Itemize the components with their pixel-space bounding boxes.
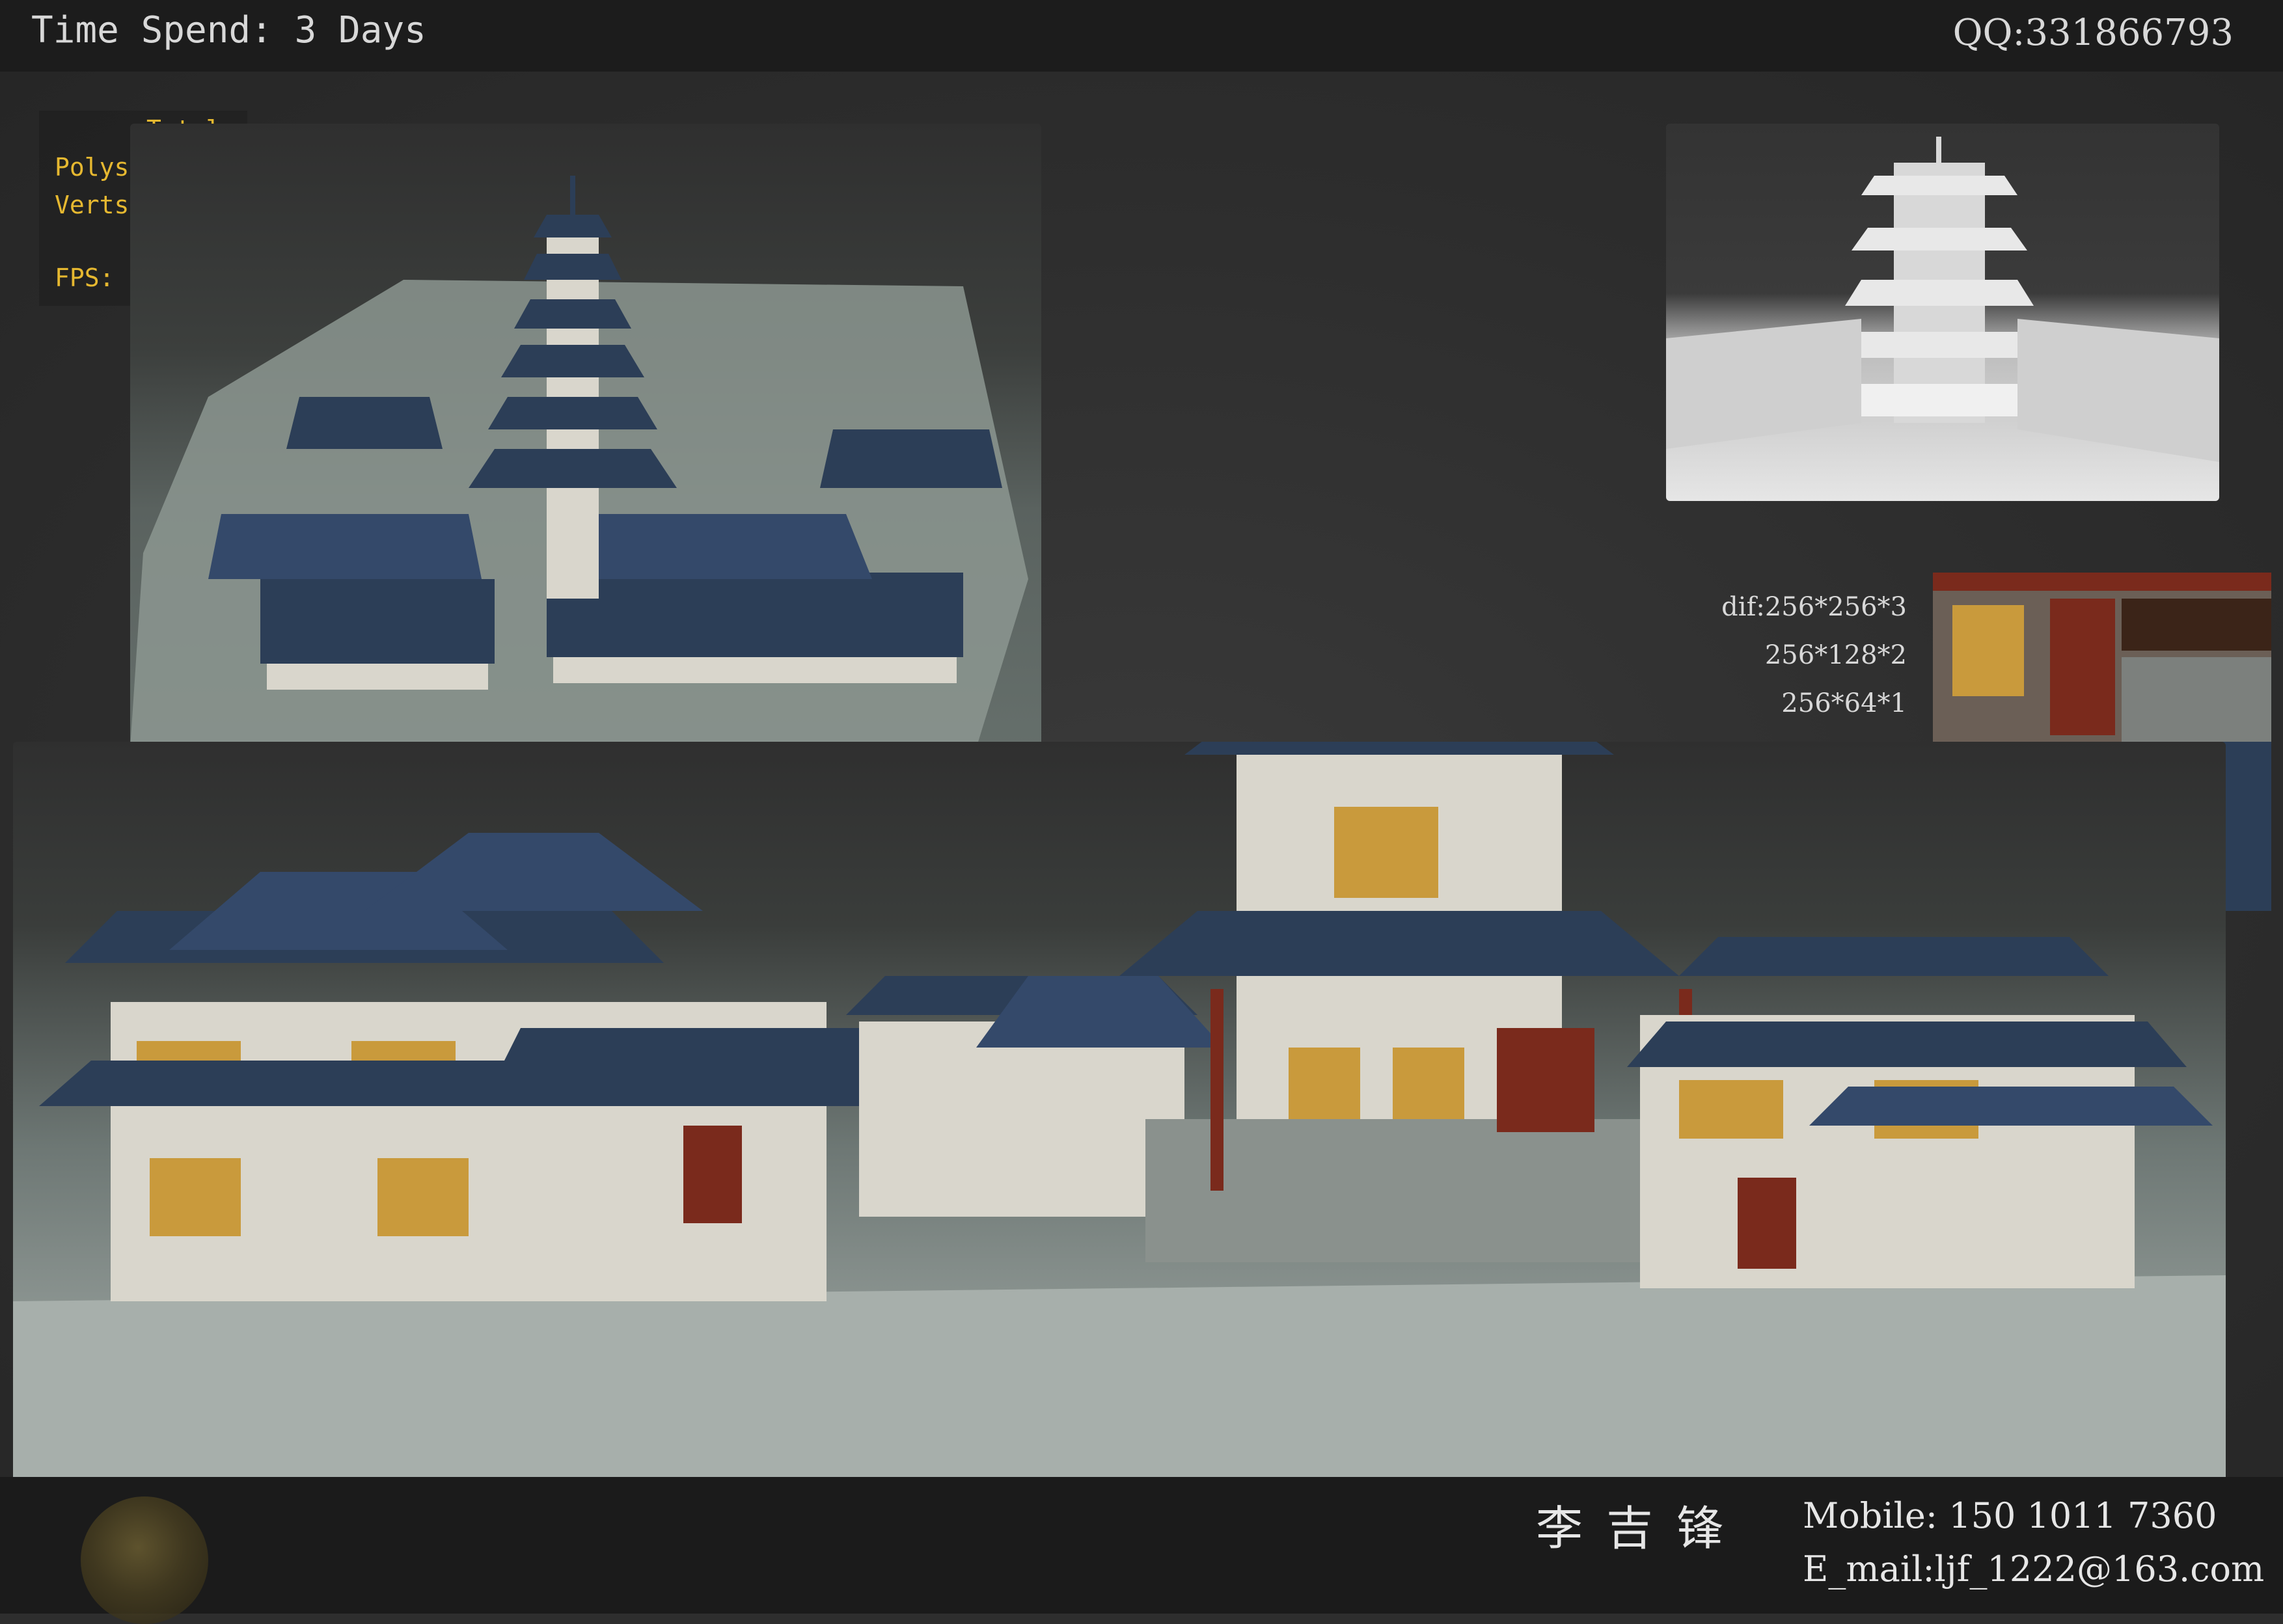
author-name: 李吉锋 bbox=[1536, 1501, 1747, 1556]
clay-illustration bbox=[1666, 137, 2219, 462]
smiley-logo-icon bbox=[81, 1496, 208, 1624]
email-contact: E_mail:ljf_1222@163.com bbox=[1803, 1549, 2265, 1590]
hero-illustration bbox=[13, 130, 2226, 1477]
mobile-contact: Mobile: 150 1011 7360 bbox=[1803, 1495, 2217, 1536]
hero-render bbox=[13, 130, 2226, 1477]
time-spend-label: Time Spend: 3 Days bbox=[31, 9, 426, 51]
overview-render bbox=[130, 124, 1041, 768]
qq-contact: QQ:331866793 bbox=[1952, 12, 2234, 54]
top-bar: Time Spend: 3 Days QQ:331866793 bbox=[0, 0, 2283, 72]
overview-illustration bbox=[130, 176, 1028, 748]
clay-render bbox=[1666, 124, 2219, 501]
